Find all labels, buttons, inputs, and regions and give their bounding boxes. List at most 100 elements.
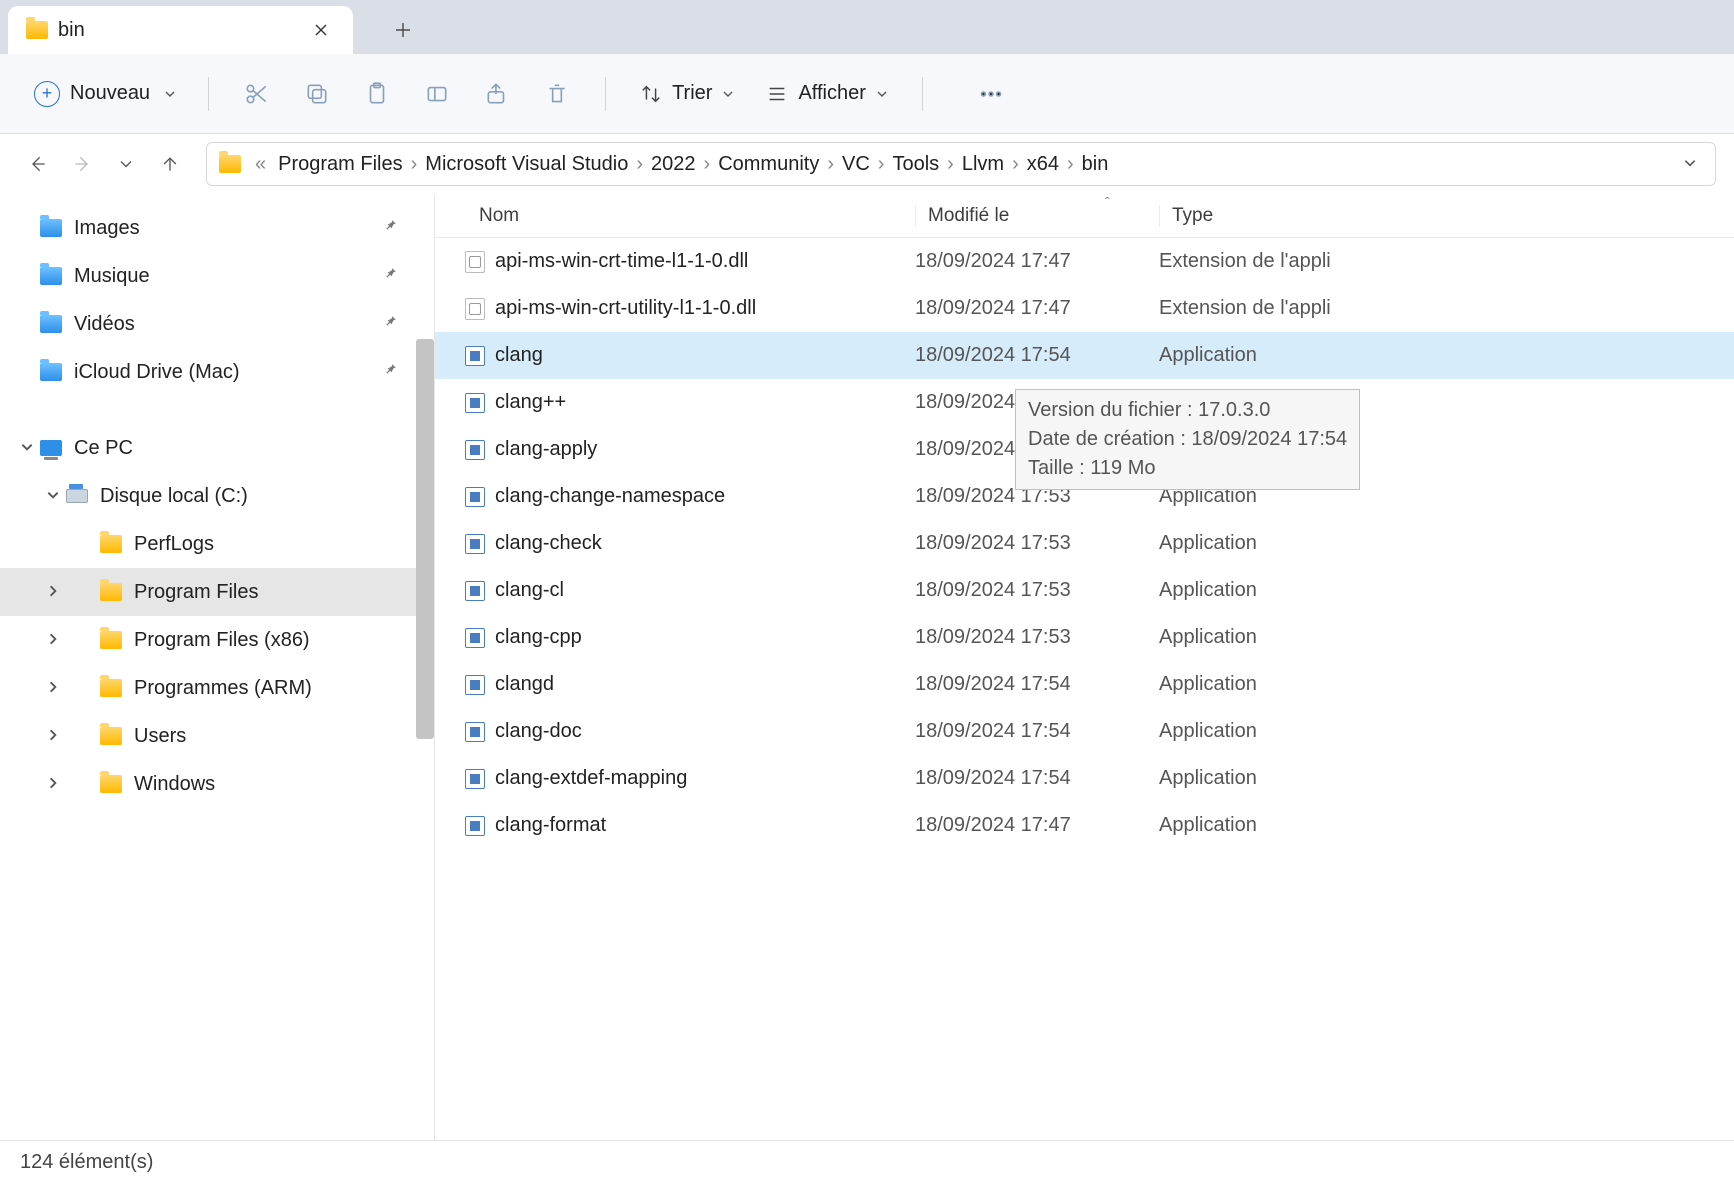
sidebar-folder-item[interactable]: Program Files xyxy=(0,568,434,616)
exe-file-icon xyxy=(465,769,485,789)
breadcrumb-segment[interactable]: Llvm xyxy=(960,153,1006,175)
disk-icon xyxy=(66,489,88,503)
view-button[interactable]: Afficher xyxy=(754,76,899,111)
more-button[interactable] xyxy=(965,74,1017,114)
chevron-right-icon[interactable]: › xyxy=(821,153,840,175)
chevron-down-icon[interactable] xyxy=(20,437,34,460)
sort-icon xyxy=(640,83,662,105)
folder-icon xyxy=(100,727,122,745)
new-button[interactable]: + Nouveau xyxy=(24,75,186,113)
sidebar-folder-item[interactable]: Program Files (x86) xyxy=(0,616,434,664)
file-type: Application xyxy=(1159,814,1734,837)
sidebar-scrollbar[interactable] xyxy=(416,194,434,1140)
navigation-row: « Program Files›Microsoft Visual Studio›… xyxy=(0,134,1734,194)
paste-button[interactable] xyxy=(351,74,403,114)
file-name: clang-extdef-mapping xyxy=(495,767,687,790)
cut-button[interactable] xyxy=(231,74,283,114)
file-name: api-ms-win-crt-utility-l1-1-0.dll xyxy=(495,297,756,320)
chevron-right-icon[interactable]: › xyxy=(1061,153,1080,175)
chevron-right-icon[interactable]: › xyxy=(872,153,891,175)
sidebar-folder-item[interactable]: PerfLogs xyxy=(0,520,434,568)
share-button[interactable] xyxy=(471,74,523,114)
chevron-right-icon[interactable] xyxy=(46,725,60,748)
sidebar-folder-item[interactable]: Programmes (ARM) xyxy=(0,664,434,712)
chevron-right-icon[interactable] xyxy=(46,677,60,700)
rename-button[interactable] xyxy=(411,74,463,114)
breadcrumb-ellipsis[interactable]: « xyxy=(249,153,272,176)
clipboard-icon xyxy=(364,81,390,107)
file-modified: 18/09/2024 17:54 xyxy=(915,720,1159,743)
chevron-right-icon[interactable]: › xyxy=(698,153,717,175)
chevron-right-icon[interactable]: › xyxy=(405,153,424,175)
file-row[interactable]: api-ms-win-crt-time-l1-1-0.dll 18/09/202… xyxy=(435,238,1734,285)
ellipsis-icon xyxy=(978,81,1004,107)
new-tab-button[interactable] xyxy=(383,10,423,50)
chevron-down-icon[interactable] xyxy=(46,485,60,508)
tab-bin[interactable]: bin xyxy=(8,6,353,54)
file-row[interactable]: clang 18/09/2024 17:54 Application xyxy=(435,332,1734,379)
file-row[interactable]: clang-extdef-mapping 18/09/2024 17:54 Ap… xyxy=(435,755,1734,802)
new-label: Nouveau xyxy=(70,82,150,105)
file-row[interactable]: api-ms-win-crt-utility-l1-1-0.dll 18/09/… xyxy=(435,285,1734,332)
chevron-right-icon[interactable] xyxy=(46,773,60,796)
sidebar-item-label: Program Files (x86) xyxy=(134,629,310,652)
up-button[interactable] xyxy=(150,144,190,184)
tab-close-button[interactable] xyxy=(307,16,335,44)
sidebar-item-label: Program Files xyxy=(134,581,258,604)
scrollbar-thumb[interactable] xyxy=(416,339,434,739)
sidebar-quick-item[interactable]: Images xyxy=(0,204,434,252)
sidebar-folder-item[interactable]: Users xyxy=(0,712,434,760)
pc-icon xyxy=(40,440,62,456)
file-name: clang-cpp xyxy=(495,626,582,649)
chevron-right-icon[interactable]: › xyxy=(630,153,649,175)
tooltip-line: Version du fichier : 17.0.3.0 xyxy=(1028,396,1347,425)
sidebar-disk[interactable]: Disque local (C:) xyxy=(0,472,434,520)
sidebar-quick-item[interactable]: Musique xyxy=(0,252,434,300)
breadcrumb-segment[interactable]: 2022 xyxy=(649,153,698,175)
column-type[interactable]: Type xyxy=(1159,205,1734,227)
arrow-right-icon xyxy=(72,154,92,174)
file-row[interactable]: clang-cl 18/09/2024 17:53 Application xyxy=(435,567,1734,614)
sort-button[interactable]: Trier xyxy=(628,76,746,111)
copy-button[interactable] xyxy=(291,74,343,114)
sidebar-this-pc[interactable]: Ce PC xyxy=(0,424,434,472)
chevron-right-icon[interactable]: › xyxy=(1006,153,1025,175)
tooltip-line: Taille : 119 Mo xyxy=(1028,454,1347,483)
file-name: clang-change-namespace xyxy=(495,485,725,508)
chevron-right-icon[interactable] xyxy=(46,581,60,604)
list-icon xyxy=(766,83,788,105)
exe-file-icon xyxy=(465,440,485,460)
exe-file-icon xyxy=(465,722,485,742)
breadcrumb-segment[interactable]: VC xyxy=(840,153,872,175)
breadcrumb-segment[interactable]: x64 xyxy=(1025,153,1061,175)
sidebar-folder-item[interactable]: Windows xyxy=(0,760,434,808)
breadcrumb-segment[interactable]: Program Files xyxy=(276,153,404,175)
folder-icon xyxy=(40,315,62,333)
back-button[interactable] xyxy=(18,144,58,184)
breadcrumb-segment[interactable]: Community xyxy=(716,153,821,175)
file-row[interactable]: clang-cpp 18/09/2024 17:53 Application xyxy=(435,614,1734,661)
column-name-label: Nom xyxy=(479,205,519,227)
breadcrumb-segment[interactable]: Microsoft Visual Studio xyxy=(423,153,630,175)
chevron-right-icon[interactable] xyxy=(46,629,60,652)
delete-button[interactable] xyxy=(531,74,583,114)
file-row[interactable]: clang-format 18/09/2024 17:47 Applicatio… xyxy=(435,802,1734,849)
address-dropdown[interactable] xyxy=(1677,153,1703,176)
breadcrumb-segment[interactable]: bin xyxy=(1080,153,1111,175)
file-row[interactable]: clang-check 18/09/2024 17:53 Application xyxy=(435,520,1734,567)
recent-button[interactable] xyxy=(106,144,146,184)
sidebar-item-label: PerfLogs xyxy=(134,533,214,556)
breadcrumb-segment[interactable]: Tools xyxy=(890,153,941,175)
column-name[interactable]: Nom xyxy=(479,205,915,227)
column-modified[interactable]: Modifié le xyxy=(915,205,1159,227)
address-bar[interactable]: « Program Files›Microsoft Visual Studio›… xyxy=(206,142,1716,186)
file-row[interactable]: clang-doc 18/09/2024 17:54 Application xyxy=(435,708,1734,755)
sidebar-quick-item[interactable]: iCloud Drive (Mac) xyxy=(0,348,434,396)
sidebar-quick-item[interactable]: Vidéos xyxy=(0,300,434,348)
plus-icon xyxy=(395,22,411,38)
sidebar-item-label: Images xyxy=(74,217,140,240)
forward-button[interactable] xyxy=(62,144,102,184)
file-rows: api-ms-win-crt-time-l1-1-0.dll 18/09/202… xyxy=(435,238,1734,849)
file-row[interactable]: clangd 18/09/2024 17:54 Application xyxy=(435,661,1734,708)
chevron-right-icon[interactable]: › xyxy=(941,153,960,175)
